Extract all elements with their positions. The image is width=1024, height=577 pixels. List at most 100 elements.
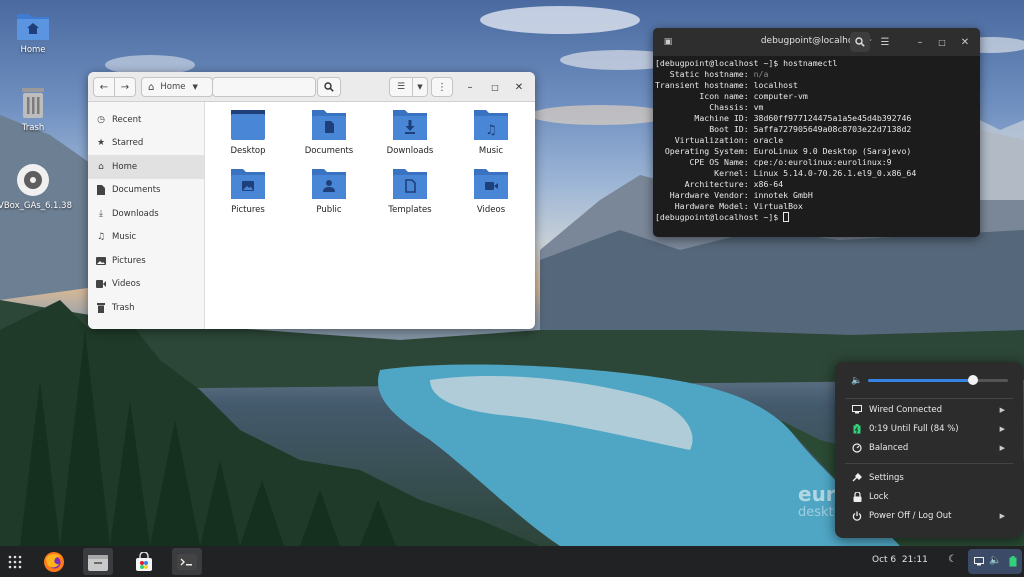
- taskbar-terminal[interactable]: [172, 548, 202, 575]
- terminal-output[interactable]: [debugpoint@localhost ~]$ hostnamectl St…: [655, 58, 916, 223]
- terminal-row-value: oracle: [753, 135, 784, 145]
- search-icon: [324, 82, 334, 92]
- desktop-icon-home[interactable]: Home: [0, 10, 70, 55]
- path-bar-extension[interactable]: [212, 77, 316, 97]
- menu-button[interactable]: ⋮: [431, 77, 453, 97]
- menu-item-battery[interactable]: 0:19 Until Full (84 %) ▶: [835, 419, 1023, 438]
- folder-desktop[interactable]: Desktop: [210, 108, 286, 156]
- volume-slider[interactable]: [868, 375, 1008, 385]
- app-grid-button[interactable]: [0, 548, 30, 575]
- night-light-icon[interactable]: ☾: [948, 554, 957, 565]
- terminal-row-key: Operating System:: [655, 146, 754, 156]
- menu-button[interactable]: ☰: [875, 32, 895, 52]
- terminal-row-key: Icon name:: [655, 91, 754, 101]
- taskbar-clock[interactable]: Oct 6 21:11: [872, 555, 928, 565]
- search-button[interactable]: [850, 32, 870, 52]
- file-manager-window[interactable]: ← → ⌂ Home ▼ ☰ ▼ ⋮ – □ ✕ ◷ Recent ★ Starre…: [88, 72, 535, 329]
- firefox-icon: [44, 551, 64, 572]
- chevron-right-icon: ▶: [999, 511, 1005, 520]
- eurolinux-watermark-sub: deskt: [798, 505, 834, 520]
- folder-pictures[interactable]: Pictures: [210, 167, 286, 215]
- separator: [845, 398, 1013, 399]
- taskbar-files[interactable]: [83, 548, 113, 575]
- maximize-button[interactable]: □: [932, 32, 952, 52]
- close-button[interactable]: ✕: [955, 32, 975, 52]
- speaker-icon: 🔈: [851, 375, 863, 386]
- menu-item-label: Wired Connected: [869, 404, 942, 415]
- back-button[interactable]: ←: [93, 77, 115, 97]
- sidebar-item-pictures[interactable]: Pictures: [88, 249, 204, 273]
- terminal-command-line: [debugpoint@localhost ~]$ hostnamectl: [655, 58, 838, 68]
- volume-slider-handle[interactable]: [968, 375, 978, 385]
- menu-item-power-off[interactable]: Power Off / Log Out ▶: [835, 506, 1023, 525]
- terminal-row-value: EuroLinux 9.0 Desktop (Sarajevo): [753, 146, 912, 156]
- sidebar-item-starred[interactable]: ★ Starred: [88, 132, 204, 156]
- minimize-button[interactable]: –: [461, 78, 479, 96]
- path-bar-location: Home: [160, 82, 186, 92]
- sidebar-item-music[interactable]: ♫ Music: [88, 226, 204, 250]
- taskbar-software[interactable]: [129, 548, 159, 575]
- folder-label: Pictures: [231, 205, 265, 215]
- desktop-icon-label: Home: [20, 45, 46, 55]
- maximize-icon: □: [938, 37, 946, 47]
- separator: [845, 463, 1013, 464]
- sidebar-item-documents[interactable]: Documents: [88, 179, 204, 203]
- folder-label: Public: [316, 205, 342, 215]
- close-icon: ✕: [514, 81, 524, 93]
- home-icon: ⌂: [98, 161, 104, 172]
- taskbar-firefox[interactable]: [39, 548, 69, 575]
- folder-videos[interactable]: Videos: [453, 167, 529, 215]
- terminal-row-key: Static hostname:: [655, 69, 754, 79]
- sidebar-item-videos[interactable]: Videos: [88, 273, 204, 297]
- sidebar-item-home[interactable]: ⌂ Home: [88, 155, 204, 179]
- menu-item-wired[interactable]: Wired Connected ▶: [835, 400, 1023, 419]
- templates-folder-icon: [393, 169, 427, 199]
- terminal-row-value: localhost: [753, 80, 798, 90]
- search-button[interactable]: [317, 77, 341, 97]
- folder-templates[interactable]: Templates: [372, 167, 448, 215]
- folder-music[interactable]: ♫ Music: [453, 108, 529, 156]
- desktop-icon-trash[interactable]: Trash: [0, 84, 70, 133]
- power-profile-icon: [851, 442, 863, 453]
- terminal-row-key: Boot ID:: [655, 124, 754, 134]
- folder-label: Music: [478, 146, 504, 156]
- view-options-button[interactable]: ▼: [412, 77, 428, 97]
- list-view-icon: ☰: [396, 82, 406, 92]
- terminal-row-value: cpe:/o:eurolinux:eurolinux:9: [753, 157, 892, 167]
- sidebar-item-recent[interactable]: ◷ Recent: [88, 108, 204, 132]
- download-icon: ⤓: [99, 208, 103, 219]
- folder-downloads[interactable]: Downloads: [372, 108, 448, 156]
- home-folder-icon: [17, 14, 49, 40]
- file-manager-headerbar: ← → ⌂ Home ▼ ☰ ▼ ⋮ – □ ✕: [88, 72, 535, 102]
- file-grid: Desktop Documents Downloads ♫ Music Pict…: [205, 102, 535, 329]
- path-bar[interactable]: ⌂ Home ▼: [141, 77, 213, 97]
- software-store-icon: [136, 551, 152, 571]
- system-tray-button[interactable]: 🔈: [968, 549, 1022, 574]
- folder-documents[interactable]: Documents: [291, 108, 367, 156]
- chevron-down-icon: ▼: [192, 83, 198, 91]
- menu-item-lock[interactable]: Lock: [835, 487, 1023, 506]
- desktop-icon-vbox-disc[interactable]: VBox_GAs_6.1.38: [0, 162, 72, 211]
- chevron-right-icon: ▶: [999, 443, 1005, 452]
- view-list-button[interactable]: ☰: [389, 77, 413, 97]
- terminal-row-key: Machine ID:: [655, 113, 754, 123]
- folder-public[interactable]: Public: [291, 167, 367, 215]
- music-icon: ♫: [96, 232, 106, 243]
- terminal-row-value: 5affa727905649a08c8703e22d7138d2: [753, 124, 912, 134]
- close-button[interactable]: ✕: [510, 78, 528, 96]
- disc-icon: [17, 164, 49, 196]
- forward-button[interactable]: →: [114, 77, 136, 97]
- kebab-menu-icon: ⋮: [437, 81, 447, 93]
- star-icon: ★: [96, 138, 106, 149]
- menu-item-settings[interactable]: Settings: [835, 468, 1023, 487]
- terminal-window[interactable]: ▣ debugpoint@localhost:~ ☰ – □ ✕ [debugp…: [653, 28, 980, 237]
- sidebar-item-trash[interactable]: Trash: [88, 296, 204, 320]
- maximize-button[interactable]: □: [486, 78, 504, 96]
- hamburger-menu-icon: ☰: [880, 36, 890, 48]
- menu-item-label: Settings: [869, 472, 904, 483]
- sidebar-item-downloads[interactable]: ⤓ Downloads: [88, 202, 204, 226]
- menu-item-power-profile[interactable]: Balanced ▶: [835, 438, 1023, 457]
- trash-icon: [96, 302, 106, 313]
- minimize-button[interactable]: –: [910, 32, 930, 52]
- lock-icon: [851, 491, 863, 502]
